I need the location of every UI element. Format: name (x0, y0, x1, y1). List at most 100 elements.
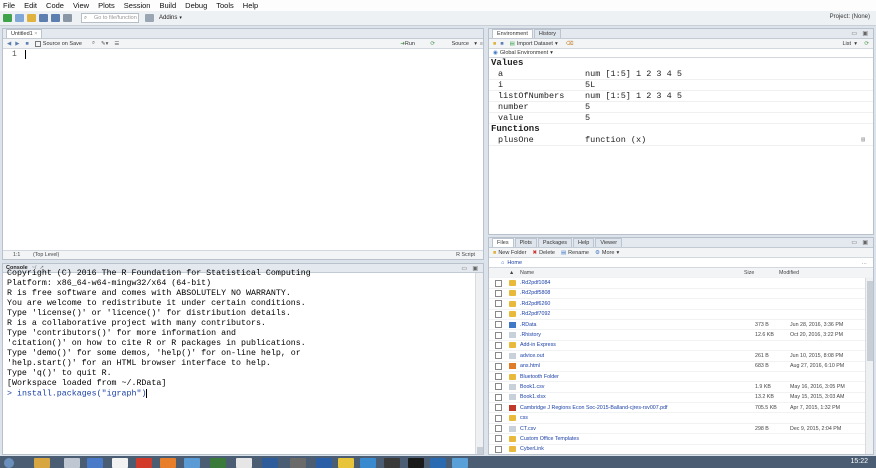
file-checkbox[interactable] (495, 425, 502, 433)
file-row[interactable]: Add-in Express (489, 341, 873, 352)
maximize-icon[interactable]: ▣ (862, 239, 868, 246)
more-button[interactable]: More (602, 250, 615, 256)
env-row[interactable]: plusOne function (x) ▤ (489, 135, 873, 146)
app-icon[interactable] (87, 458, 103, 468)
file-checkbox[interactable] (495, 393, 502, 401)
menu-code[interactable]: Code (46, 1, 64, 10)
project-menu[interactable]: Project: (None) (830, 14, 870, 20)
save-icon[interactable]: ■ (500, 41, 503, 47)
file-name[interactable]: .RData (520, 322, 755, 328)
file-checkbox[interactable] (495, 300, 502, 308)
console-input[interactable]: install.packages("igraph") (17, 390, 146, 399)
app-icon[interactable] (112, 458, 128, 468)
breadcrumb-home[interactable]: Home (507, 260, 522, 266)
dropbox-icon[interactable] (184, 458, 200, 468)
file-row[interactable]: Book1.xlsx 13.2 KB May 15, 2015, 3:03 AM (489, 393, 873, 404)
file-name[interactable]: Book1.csv (520, 384, 755, 390)
broom-icon[interactable]: ⌫ (566, 41, 574, 47)
file-name[interactable]: Book1.xlsx (520, 394, 755, 400)
file-checkbox[interactable] (495, 321, 502, 329)
app-icon[interactable] (64, 458, 80, 468)
file-name[interactable]: Custom Office Templates (520, 436, 755, 442)
import-dataset-button[interactable]: Import Dataset (517, 41, 553, 47)
rerun-icon[interactable]: ⟳ (430, 41, 435, 47)
goto-file-input[interactable]: ⌕ Go to file/function (81, 13, 139, 23)
file-checkbox[interactable] (495, 404, 502, 412)
file-row[interactable]: .Rhistory 12.6 KB Oct 20, 2016, 3:22 PM (489, 330, 873, 341)
grid-icon[interactable] (145, 14, 154, 22)
outline-icon[interactable]: ≡ (480, 41, 483, 47)
file-checkbox[interactable] (495, 341, 502, 349)
env-row[interactable]: number 5 (489, 102, 873, 113)
file-type-indicator[interactable]: R Script (456, 252, 475, 258)
scroll-thumb[interactable] (867, 281, 873, 361)
addins-menu[interactable]: Addins (159, 15, 177, 21)
app-icon[interactable] (262, 458, 278, 468)
file-name[interactable]: .Rd2pdf5808 (520, 290, 755, 296)
app-icon[interactable] (338, 458, 354, 468)
menu-tools[interactable]: Tools (216, 1, 234, 10)
file-name[interactable]: CyberLink (520, 446, 755, 452)
scope-selector[interactable]: ◉ Global Environment ▾ (489, 49, 873, 58)
file-checkbox[interactable] (495, 435, 502, 443)
view-mode-dropdown[interactable]: List (842, 41, 851, 47)
file-row[interactable]: advice.out 261 B Jun 10, 2015, 8:08 PM (489, 351, 873, 362)
app-icon[interactable] (408, 458, 424, 468)
app-icon[interactable] (136, 458, 152, 468)
file-checkbox[interactable] (495, 289, 502, 297)
menu-edit[interactable]: Edit (24, 1, 37, 10)
new-folder-button[interactable]: New Folder (498, 250, 526, 256)
file-row[interactable]: .Rd2pdf1084 (489, 278, 873, 289)
view-function-icon[interactable]: ▤ (861, 136, 865, 143)
app-icon[interactable] (430, 458, 446, 468)
file-name[interactable]: css (520, 415, 755, 421)
menu-view[interactable]: View (73, 1, 89, 10)
forward-icon[interactable]: ▶ (15, 41, 19, 47)
menu-plots[interactable]: Plots (98, 1, 115, 10)
file-name[interactable]: .Rhistory (520, 332, 755, 338)
file-checkbox[interactable] (495, 414, 502, 422)
console-scrollbar[interactable] (475, 273, 483, 454)
tab-environment[interactable]: Environment (492, 29, 533, 38)
app-icon[interactable] (210, 458, 226, 468)
env-row[interactable]: value 5 (489, 113, 873, 124)
console-input-line[interactable]: > install.packages("igraph") (7, 389, 483, 400)
menu-help[interactable]: Help (243, 1, 258, 10)
tab-untitled1[interactable]: Untitled1 × (6, 29, 43, 38)
home-icon[interactable]: ⌂ (501, 260, 504, 266)
file-name[interactable]: CT.csv (520, 426, 755, 432)
file-name[interactable]: ans.html (520, 363, 755, 369)
app-icon[interactable] (316, 458, 332, 468)
file-checkbox[interactable] (495, 383, 502, 391)
file-row[interactable]: CyberLink (489, 445, 873, 454)
file-checkbox[interactable] (495, 373, 502, 381)
file-checkbox[interactable] (495, 362, 502, 370)
save-icon[interactable]: ■ (25, 41, 28, 47)
menu-session[interactable]: Session (124, 1, 151, 10)
menu-file[interactable]: File (3, 1, 15, 10)
open-folder-icon[interactable] (27, 14, 36, 22)
env-row[interactable]: a num [1:5] 1 2 3 4 5 (489, 69, 873, 80)
app-icon[interactable] (384, 458, 400, 468)
tab-plots[interactable]: Plots (514, 238, 537, 247)
rstudio-icon[interactable] (452, 458, 468, 468)
app-icon[interactable] (236, 458, 252, 468)
more-horizontal-icon[interactable]: … (862, 260, 868, 266)
file-row[interactable]: .RData 373 B Jun 28, 2016, 3:36 PM (489, 320, 873, 331)
tab-viewer[interactable]: Viewer (595, 238, 623, 247)
delete-button[interactable]: Delete (539, 250, 555, 256)
file-checkbox[interactable] (495, 310, 502, 318)
tab-help[interactable]: Help (573, 238, 595, 247)
tab-history[interactable]: History (533, 29, 562, 38)
tab-packages[interactable]: Packages (537, 238, 573, 247)
new-project-icon[interactable] (15, 14, 24, 22)
list-icon[interactable]: ☰ (114, 41, 119, 47)
file-name[interactable]: .Rd2pdf1084 (520, 280, 755, 286)
source-on-save-checkbox[interactable] (34, 40, 41, 47)
search-icon[interactable]: ⌕ (92, 40, 95, 47)
run-button[interactable]: Run (405, 41, 415, 47)
source-button[interactable]: Source (452, 41, 469, 47)
maximize-icon[interactable]: ▣ (862, 30, 868, 37)
col-name[interactable]: Name (520, 270, 744, 276)
file-row[interactable]: Custom Office Templates (489, 434, 873, 445)
